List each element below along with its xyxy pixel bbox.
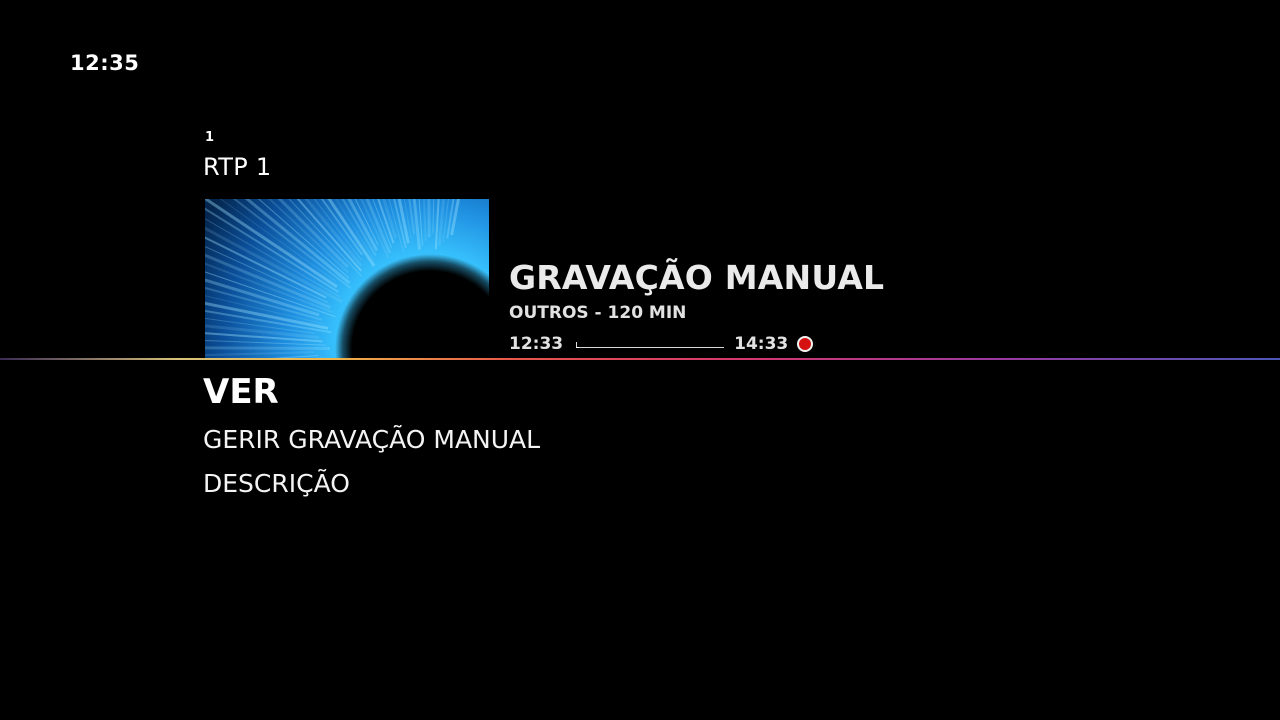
program-info: GRAVAÇÃO MANUAL OUTROS - 120 MIN bbox=[509, 258, 884, 324]
thumbnail-ray bbox=[205, 346, 331, 350]
recording-dot-icon bbox=[797, 336, 814, 352]
start-time: 12:33 bbox=[509, 334, 564, 354]
menu-item-label: GERIR GRAVAÇÃO MANUAL bbox=[203, 425, 541, 454]
progress-fill bbox=[576, 347, 580, 348]
clock: 12:35 bbox=[70, 51, 140, 75]
menu-item-descricao[interactable]: DESCRIÇÃO bbox=[203, 469, 540, 499]
rainbow-divider bbox=[0, 358, 1280, 360]
menu-item-ver[interactable]: VER bbox=[203, 372, 540, 412]
program-progress-bar bbox=[576, 340, 725, 348]
thumbnail-artwork bbox=[205, 199, 489, 359]
program-thumbnail bbox=[205, 199, 489, 359]
action-menu: VER GERIR GRAVAÇÃO MANUAL DESCRIÇÃO bbox=[203, 372, 540, 513]
channel-name: RTP 1 bbox=[203, 153, 272, 181]
program-title: GRAVAÇÃO MANUAL bbox=[509, 258, 885, 297]
tv-guide-screen: 12:35 1 RTP 1 GRAVAÇÃO MANUAL OUTROS - 1… bbox=[0, 0, 1280, 720]
menu-item-label: VER bbox=[203, 372, 279, 412]
menu-item-gerir-gravacao-manual[interactable]: GERIR GRAVAÇÃO MANUAL bbox=[203, 425, 540, 455]
menu-item-label: DESCRIÇÃO bbox=[203, 469, 350, 498]
program-time-row: 12:33 14:33 bbox=[509, 333, 814, 355]
thumbnail-ray bbox=[427, 199, 431, 238]
program-meta: OUTROS - 120 MIN bbox=[509, 303, 687, 323]
end-time: 14:33 bbox=[734, 334, 789, 354]
progress-baseline bbox=[576, 347, 725, 348]
channel-number: 1 bbox=[205, 130, 215, 145]
